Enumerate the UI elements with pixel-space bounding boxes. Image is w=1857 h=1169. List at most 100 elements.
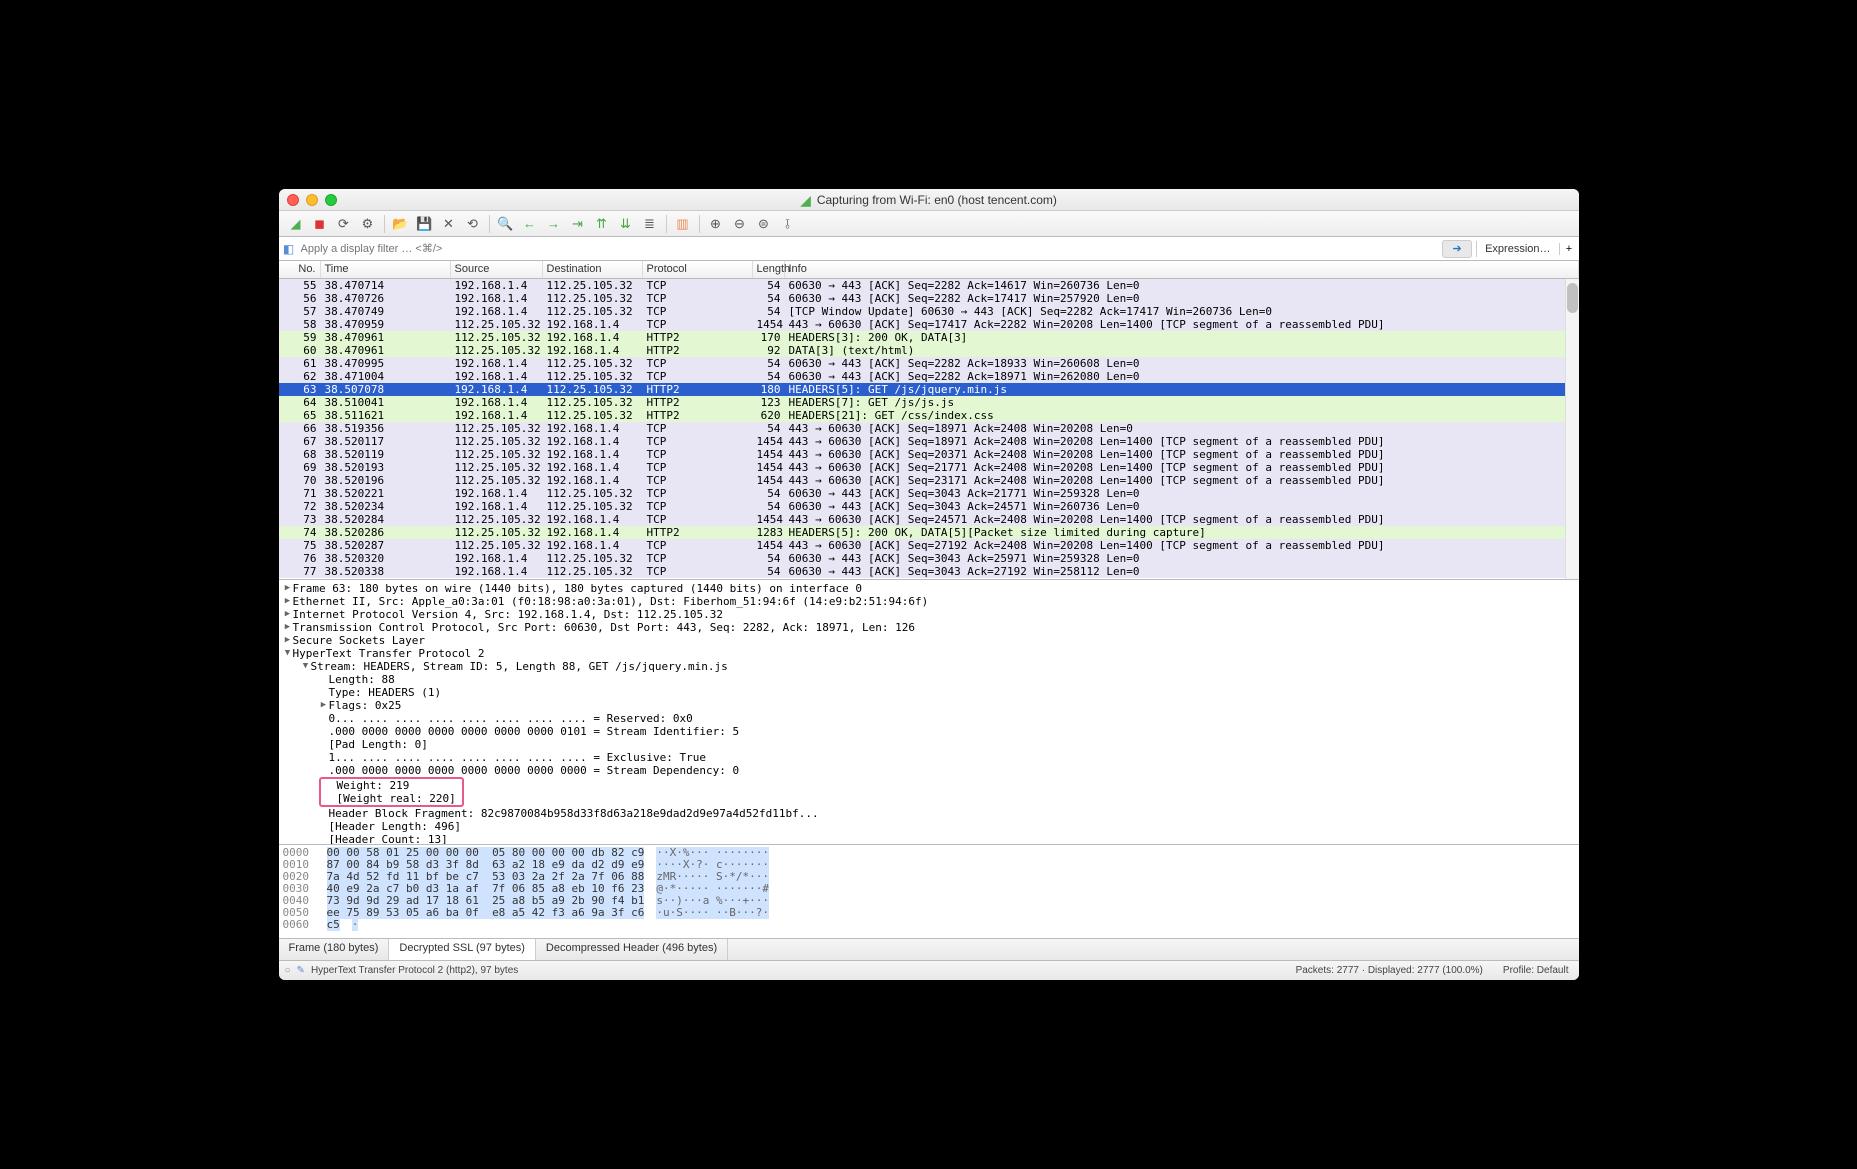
packet-row[interactable]: 7038.520196112.25.105.32192.168.1.4TCP14…: [279, 474, 1579, 487]
col-length[interactable]: Length: [753, 261, 785, 278]
bytes-tab[interactable]: Decompressed Header (496 bytes): [536, 939, 728, 960]
main-toolbar: ◢ ◼ ⟳ ⚙ 📂 💾 ✕ ⟲ 🔍 ← → ⇥ ⇈ ⇊ ≣ ▥ ⊕ ⊖ ⊜ ⫱: [279, 211, 1579, 237]
bytes-tabs: Frame (180 bytes)Decrypted SSL (97 bytes…: [279, 938, 1579, 960]
hex-row[interactable]: 0050ee 75 89 53 05 a6 ba 0f e8 a5 42 f3 …: [283, 907, 1575, 919]
minimize-icon[interactable]: [306, 194, 318, 206]
bytes-tab[interactable]: Decrypted SSL (97 bytes): [389, 939, 536, 960]
wireshark-window: ◢ Capturing from Wi-Fi: en0 (host tencen…: [279, 189, 1579, 980]
expression-button[interactable]: Expression…: [1476, 241, 1558, 257]
bytes-tab[interactable]: Frame (180 bytes): [279, 939, 390, 960]
packet-row[interactable]: 5638.470726192.168.1.4112.25.105.32TCP54…: [279, 292, 1579, 305]
detail-line[interactable]: ▶Flags: 0x25: [279, 699, 1579, 712]
packet-row[interactable]: 7638.520320192.168.1.4112.25.105.32TCP54…: [279, 552, 1579, 565]
detail-line[interactable]: ▶Secure Sockets Layer: [279, 634, 1579, 647]
detail-line[interactable]: Type: HEADERS (1): [279, 686, 1579, 699]
col-protocol[interactable]: Protocol: [643, 261, 753, 278]
go-last-icon[interactable]: ⇊: [615, 214, 637, 234]
col-source[interactable]: Source: [451, 261, 543, 278]
capture-options-icon[interactable]: ⚙: [357, 214, 379, 234]
packet-row[interactable]: 7738.520338192.168.1.4112.25.105.32TCP54…: [279, 565, 1579, 578]
col-time[interactable]: Time: [321, 261, 451, 278]
auto-scroll-icon[interactable]: ≣: [639, 214, 661, 234]
col-no[interactable]: No.: [279, 261, 321, 278]
start-capture-icon[interactable]: ◢: [285, 214, 307, 234]
packet-list[interactable]: 5538.470714192.168.1.4112.25.105.32TCP54…: [279, 279, 1579, 579]
packet-row[interactable]: 6338.507078192.168.1.4112.25.105.32HTTP2…: [279, 383, 1579, 396]
go-forward-icon[interactable]: →: [543, 214, 565, 234]
packet-row[interactable]: 6638.519356112.25.105.32192.168.1.4TCP54…: [279, 422, 1579, 435]
col-dest[interactable]: Destination: [543, 261, 643, 278]
packet-row[interactable]: 6238.471004192.168.1.4112.25.105.32TCP54…: [279, 370, 1579, 383]
edit-icon[interactable]: ✎: [297, 965, 305, 976]
titlebar[interactable]: ◢ Capturing from Wi-Fi: en0 (host tencen…: [279, 189, 1579, 211]
packet-row[interactable]: 7238.520234192.168.1.4112.25.105.32TCP54…: [279, 500, 1579, 513]
packet-row[interactable]: 6738.520117112.25.105.32192.168.1.4TCP14…: [279, 435, 1579, 448]
packet-row[interactable]: 7338.520284112.25.105.32192.168.1.4TCP14…: [279, 513, 1579, 526]
packet-row[interactable]: 5938.470961112.25.105.32192.168.1.4HTTP2…: [279, 331, 1579, 344]
detail-line[interactable]: [Header Length: 496]: [279, 820, 1579, 833]
resize-columns-icon[interactable]: ⫱: [777, 214, 799, 234]
bookmark-icon[interactable]: ◧: [279, 242, 295, 256]
go-to-packet-icon[interactable]: ⇥: [567, 214, 589, 234]
packet-bytes[interactable]: 000000 00 58 01 25 00 00 00 05 80 00 00 …: [279, 844, 1579, 938]
scrollbar[interactable]: [1565, 279, 1579, 579]
detail-line[interactable]: ▼HyperText Transfer Protocol 2: [279, 647, 1579, 660]
close-file-icon[interactable]: ✕: [438, 214, 460, 234]
packet-row[interactable]: 6538.511621192.168.1.4112.25.105.32HTTP2…: [279, 409, 1579, 422]
col-info[interactable]: Info: [785, 261, 1579, 278]
separator: [489, 215, 490, 233]
packet-row[interactable]: 6138.470995192.168.1.4112.25.105.32TCP54…: [279, 357, 1579, 370]
detail-line[interactable]: ▶Transmission Control Protocol, Src Port…: [279, 621, 1579, 634]
packet-row[interactable]: 6038.470961112.25.105.32192.168.1.4HTTP2…: [279, 344, 1579, 357]
detail-line[interactable]: .000 0000 0000 0000 0000 0000 0000 0000 …: [279, 764, 1579, 777]
zoom-icon[interactable]: [325, 194, 337, 206]
expert-info-icon[interactable]: ○: [285, 965, 291, 976]
detail-line[interactable]: [Header Count: 13]: [279, 833, 1579, 844]
packet-list-header[interactable]: No. Time Source Destination Protocol Len…: [279, 261, 1579, 279]
go-back-icon[interactable]: ←: [519, 214, 541, 234]
packet-row[interactable]: 7438.520286112.25.105.32192.168.1.4HTTP2…: [279, 526, 1579, 539]
status-detail: HyperText Transfer Protocol 2 (http2), 9…: [305, 965, 1296, 976]
detail-line[interactable]: ▶Ethernet II, Src: Apple_a0:3a:01 (f0:18…: [279, 595, 1579, 608]
window-title: ◢ Capturing from Wi-Fi: en0 (host tencen…: [800, 193, 1057, 207]
packet-row[interactable]: 7538.520287112.25.105.32192.168.1.4TCP14…: [279, 539, 1579, 552]
detail-line[interactable]: ▶Frame 63: 180 bytes on wire (1440 bits)…: [279, 582, 1579, 595]
detail-line[interactable]: Header Block Fragment: 82c9870084b958d33…: [279, 807, 1579, 820]
stop-capture-icon[interactable]: ◼: [309, 214, 331, 234]
detail-line[interactable]: 0... .... .... .... .... .... .... .... …: [279, 712, 1579, 725]
filter-bar: ◧ ➔ Expression… +: [279, 237, 1579, 261]
detail-line[interactable]: ▶Internet Protocol Version 4, Src: 192.1…: [279, 608, 1579, 621]
packet-row[interactable]: 5838.470959112.25.105.32192.168.1.4TCP14…: [279, 318, 1579, 331]
detail-line[interactable]: .000 0000 0000 0000 0000 0000 0000 0101 …: [279, 725, 1579, 738]
packet-details[interactable]: ▶Frame 63: 180 bytes on wire (1440 bits)…: [279, 579, 1579, 844]
packet-row[interactable]: 6838.520119112.25.105.32192.168.1.4TCP14…: [279, 448, 1579, 461]
detail-line[interactable]: Length: 88: [279, 673, 1579, 686]
detail-line[interactable]: ▼Stream: HEADERS, Stream ID: 5, Length 8…: [279, 660, 1579, 673]
zoom-in-icon[interactable]: ⊕: [705, 214, 727, 234]
traffic-lights: [287, 194, 337, 206]
go-first-icon[interactable]: ⇈: [591, 214, 613, 234]
status-profile[interactable]: Profile: Default: [1503, 965, 1573, 976]
apply-filter-button[interactable]: ➔: [1442, 240, 1472, 258]
detail-line[interactable]: [Pad Length: 0]: [279, 738, 1579, 751]
packet-row[interactable]: 6938.520193112.25.105.32192.168.1.4TCP14…: [279, 461, 1579, 474]
colorize-icon[interactable]: ▥: [672, 214, 694, 234]
display-filter-input[interactable]: [295, 240, 1443, 258]
separator: [699, 215, 700, 233]
restart-capture-icon[interactable]: ⟳: [333, 214, 355, 234]
add-filter-button[interactable]: +: [1559, 243, 1579, 255]
detail-line[interactable]: 1... .... .... .... .... .... .... .... …: [279, 751, 1579, 764]
packet-row[interactable]: 5738.470749192.168.1.4112.25.105.32TCP54…: [279, 305, 1579, 318]
reload-icon[interactable]: ⟲: [462, 214, 484, 234]
open-file-icon[interactable]: 📂: [390, 214, 412, 234]
scrollbar-thumb[interactable]: [1567, 283, 1578, 313]
packet-row[interactable]: 7138.520221192.168.1.4112.25.105.32TCP54…: [279, 487, 1579, 500]
close-icon[interactable]: [287, 194, 299, 206]
packet-row[interactable]: 5538.470714192.168.1.4112.25.105.32TCP54…: [279, 279, 1579, 292]
packet-row[interactable]: 6438.510041192.168.1.4112.25.105.32HTTP2…: [279, 396, 1579, 409]
zoom-out-icon[interactable]: ⊖: [729, 214, 751, 234]
save-file-icon[interactable]: 💾: [414, 214, 436, 234]
find-packet-icon[interactable]: 🔍: [495, 214, 517, 234]
hex-row[interactable]: 0060c5·: [283, 919, 1575, 931]
zoom-reset-icon[interactable]: ⊜: [753, 214, 775, 234]
